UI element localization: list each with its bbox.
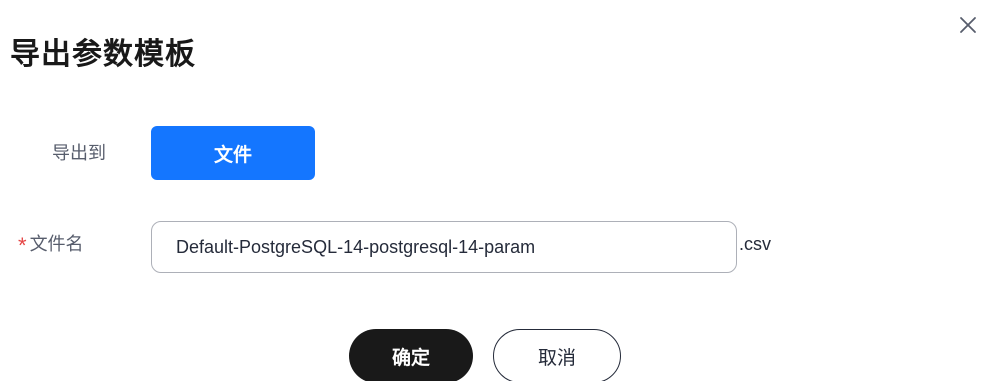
filename-label-text: 文件名 — [29, 234, 84, 254]
close-icon — [955, 12, 981, 38]
filename-label: * 文件名 — [18, 232, 84, 258]
dialog-title: 导出参数模板 — [10, 38, 196, 71]
ok-button[interactable]: 确定 — [349, 329, 473, 381]
file-extension: .csv — [739, 234, 772, 254]
export-to-label: 导出到 — [52, 143, 106, 163]
filename-input[interactable] — [151, 221, 737, 273]
required-mark: * — [18, 233, 27, 258]
close-button[interactable] — [955, 12, 981, 38]
export-template-dialog: 导出参数模板 导出到 文件 *文件名 .csv 确定 取消 — [0, 0, 984, 381]
export-to-file-option[interactable]: 文件 — [151, 126, 315, 180]
cancel-button[interactable]: 取消 — [493, 329, 621, 381]
